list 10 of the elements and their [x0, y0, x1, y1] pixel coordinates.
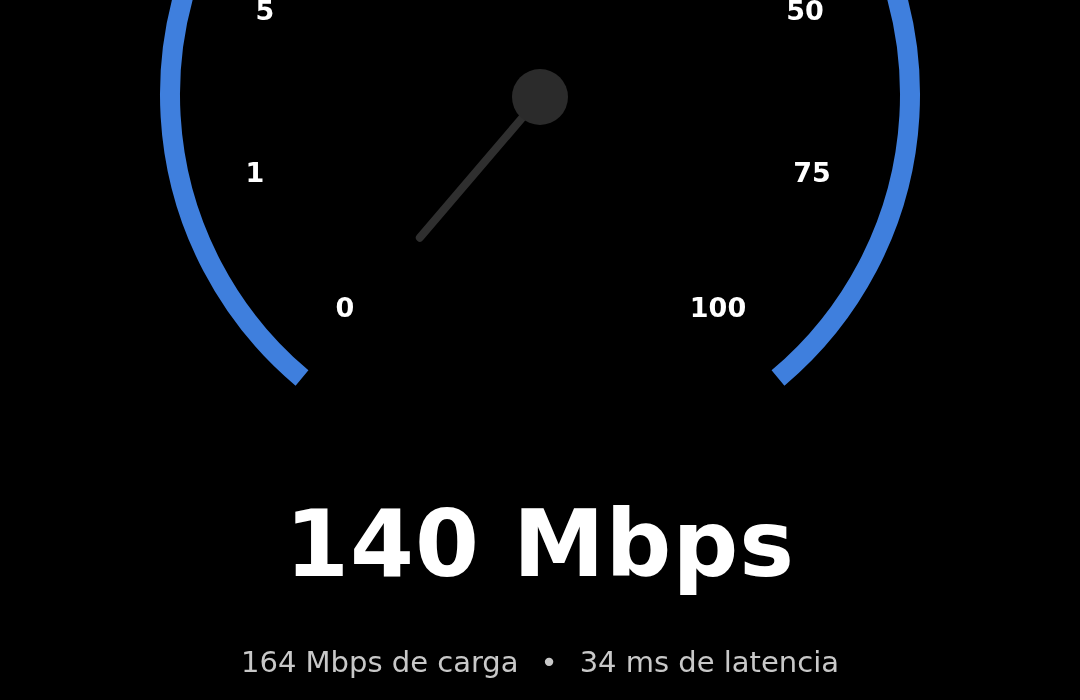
- gauge-label: 100: [689, 292, 747, 323]
- gauge-label: 5: [255, 0, 275, 26]
- gauge-label: 0: [335, 292, 355, 323]
- detail-text: 34 ms de latencia: [579, 644, 839, 680]
- gauge-label: 50: [786, 0, 824, 26]
- detail-text: 164 Mbps de carga: [241, 644, 519, 680]
- gauge-label: 1: [245, 157, 265, 188]
- gauge-label: 75: [793, 157, 831, 188]
- download-speed: 140 Mbps: [284, 490, 796, 600]
- separator-dot: •: [540, 644, 558, 680]
